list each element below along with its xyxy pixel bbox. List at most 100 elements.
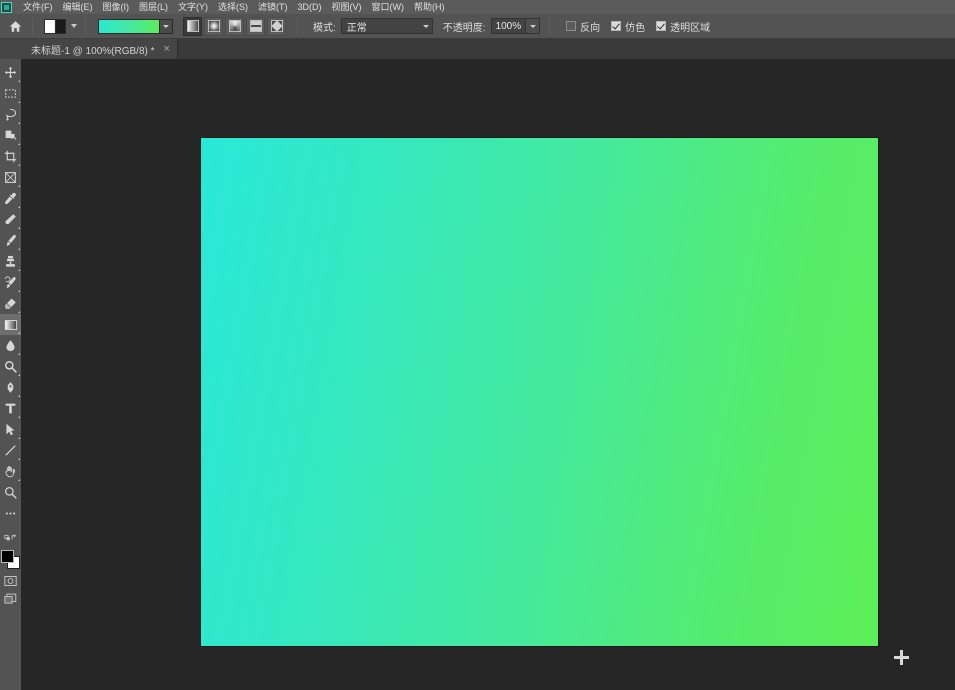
menu-type[interactable]: 文字(Y)	[173, 0, 213, 14]
blend-mode-select[interactable]: 正常	[340, 18, 433, 34]
checkbox-dither-label: 仿色	[625, 22, 646, 34]
tool-blur[interactable]	[0, 335, 21, 356]
home-icon	[9, 20, 21, 32]
gradient-type-reflected[interactable]	[246, 16, 265, 36]
screen-mode-button[interactable]	[0, 590, 21, 608]
tool-healing-brush[interactable]	[0, 209, 21, 230]
menu-window[interactable]: 窗口(W)	[367, 0, 410, 14]
opacity-value: 100%	[495, 20, 522, 32]
menu-image[interactable]: 图像(I)	[98, 0, 135, 14]
swap-colors-icon	[4, 534, 16, 541]
gradient-preset-picker[interactable]	[44, 18, 80, 34]
tool-history-brush[interactable]	[0, 272, 21, 293]
tab-bar-spacer	[0, 39, 22, 59]
gradient-type-radial[interactable]	[204, 16, 223, 36]
quick-mask-button[interactable]	[0, 572, 21, 590]
mode-label: 模式:	[313, 22, 336, 34]
checkbox-transparency[interactable]: 透明区域	[656, 19, 710, 34]
menu-view[interactable]: 视图(V)	[327, 0, 367, 14]
default-swap-colors[interactable]	[0, 524, 21, 545]
quick-mask-icon	[4, 576, 17, 586]
tool-eyedropper[interactable]	[0, 188, 21, 209]
checkbox-transparency-box[interactable]	[656, 21, 667, 31]
photoshop-window: 文件(F) 编辑(E) 图像(I) 图层(L) 文字(Y) 选择(S) 滤镜(T…	[0, 0, 955, 690]
gradient-type-angle[interactable]	[225, 16, 244, 36]
crosshair-cursor	[894, 650, 909, 665]
history-brush-icon	[4, 276, 16, 288]
opacity-chevron-icon[interactable]	[526, 18, 541, 34]
tool-path-selection[interactable]	[0, 419, 21, 440]
zoom-magnifier-icon	[5, 487, 17, 499]
tool-brush[interactable]	[0, 230, 21, 251]
menu-select[interactable]: 选择(S)	[213, 0, 253, 14]
menu-3d[interactable]: 3D(D)	[293, 0, 327, 14]
menu-layer[interactable]: 图层(L)	[134, 0, 173, 14]
foreground-color-swatch[interactable]	[1, 550, 14, 563]
move-icon	[4, 66, 17, 79]
tool-clone-stamp[interactable]	[0, 251, 21, 272]
tool-rectangular-marquee[interactable]	[0, 83, 21, 104]
crop-icon	[4, 150, 17, 163]
blur-drop-icon	[6, 340, 15, 352]
gradient-picker-chevron-icon[interactable]	[160, 18, 173, 34]
checkbox-reverse-box[interactable]	[566, 21, 577, 31]
tool-eraser[interactable]	[0, 293, 21, 314]
chevron-down-icon	[422, 24, 429, 28]
document-canvas[interactable]	[201, 138, 878, 646]
options-separator-3	[297, 17, 298, 35]
eraser-icon	[4, 298, 16, 309]
tool-frame[interactable]	[0, 167, 21, 188]
tool-line[interactable]	[0, 440, 21, 461]
pen-icon	[7, 381, 14, 393]
color-swatches[interactable]	[0, 548, 21, 572]
tool-quick-selection[interactable]	[0, 125, 21, 146]
checkbox-reverse[interactable]: 反向	[566, 19, 600, 34]
ellipsis-icon	[5, 512, 16, 515]
tool-type[interactable]	[0, 398, 21, 419]
checkbox-dither-box[interactable]	[611, 21, 622, 31]
checkbox-dither[interactable]: 仿色	[611, 19, 645, 34]
tool-crop[interactable]	[0, 146, 21, 167]
menu-filter[interactable]: 滤镜(T)	[253, 0, 293, 14]
photoshop-app-icon	[1, 1, 12, 13]
tool-dodge[interactable]	[0, 356, 21, 377]
tool-hand[interactable]	[0, 461, 21, 482]
lasso-icon	[5, 108, 17, 121]
path-selection-arrow-icon	[6, 423, 15, 436]
canvas-workspace[interactable]	[21, 59, 955, 690]
healing-brush-icon	[5, 214, 16, 225]
opacity-input[interactable]: 100%	[490, 18, 527, 34]
quick-selection-icon	[5, 130, 17, 140]
opacity-control[interactable]: 100%	[490, 18, 541, 34]
tool-pen[interactable]	[0, 377, 21, 398]
gradient-preview[interactable]	[98, 18, 160, 34]
tool-move[interactable]	[0, 62, 21, 83]
dodge-icon	[4, 360, 17, 373]
line-icon	[5, 445, 16, 456]
document-tab[interactable]: 未标题-1 @ 100%(RGB/8) * ×	[22, 39, 178, 59]
home-button[interactable]	[3, 15, 27, 37]
tool-zoom[interactable]	[0, 482, 21, 503]
tools-panel	[0, 59, 21, 690]
chevron-down-icon	[71, 24, 77, 28]
menu-file[interactable]: 文件(F)	[18, 0, 58, 14]
options-separator-4	[549, 17, 551, 35]
close-icon[interactable]: ×	[164, 44, 170, 55]
tool-edit-toolbar[interactable]	[0, 503, 21, 524]
menu-edit[interactable]: 编辑(E)	[58, 0, 98, 14]
gradient-editor-swatch[interactable]	[98, 18, 173, 34]
tool-lasso[interactable]	[0, 104, 21, 125]
menu-bar: 文件(F) 编辑(E) 图像(I) 图层(L) 文字(Y) 选择(S) 滤镜(T…	[0, 0, 955, 14]
options-separator-1	[32, 17, 33, 35]
checkbox-transparency-label: 透明区域	[670, 22, 711, 34]
clone-stamp-icon	[6, 255, 15, 267]
tool-options-bar: 模式: 正常 不透明度: 100% 反向 仿色 透明区域	[0, 14, 955, 39]
menu-help[interactable]: 帮助(H)	[409, 0, 450, 14]
frame-icon	[5, 172, 16, 183]
gradient-type-diamond[interactable]	[267, 16, 286, 36]
tool-gradient[interactable]	[0, 314, 21, 335]
document-tab-bar: 未标题-1 @ 100%(RGB/8) * ×	[0, 39, 955, 59]
gradient-type-linear[interactable]	[183, 16, 202, 36]
gradient-type-group	[183, 16, 288, 36]
options-separator-2	[85, 17, 86, 35]
